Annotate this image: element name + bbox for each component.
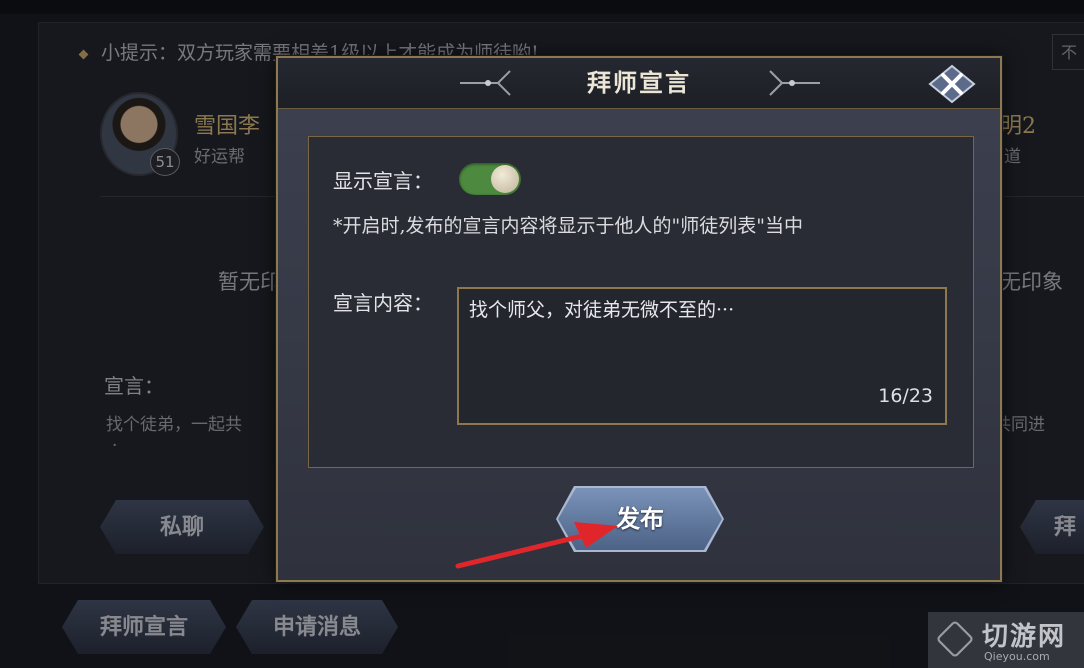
dialog-title: 拜师宣言 <box>587 68 691 97</box>
content-label: 宣言内容： <box>333 291 433 315</box>
ornament-right-icon <box>769 70 820 96</box>
watermark: 切游网 Qieyou.com <box>928 612 1084 668</box>
declaration-textarea-value: 找个师父，对徒弟无微不至的··· <box>469 299 735 321</box>
declaration-dialog: 拜师宣言 显示宣言： *开启时,发布的宣言内容将显示于他人的"师徒列表"当中 宣… <box>276 56 1002 582</box>
show-declaration-toggle[interactable] <box>459 163 521 195</box>
char-counter: 16/23 <box>878 385 933 407</box>
show-declaration-label: 显示宣言： <box>333 169 433 193</box>
watermark-subtitle: Qieyou.com <box>984 650 1050 663</box>
red-arrow-annotation <box>455 522 618 569</box>
watermark-title: 切游网 <box>982 622 1067 652</box>
watermark-logo-icon <box>935 619 975 659</box>
settings-panel: 显示宣言： *开启时,发布的宣言内容将显示于他人的"师徒列表"当中 宣言内容： … <box>308 136 974 468</box>
close-icon[interactable] <box>928 64 976 104</box>
dialog-header: 拜师宣言 <box>278 58 1000 109</box>
visibility-note: *开启时,发布的宣言内容将显示于他人的"师徒列表"当中 <box>333 215 804 237</box>
toggle-knob <box>491 165 519 193</box>
declaration-textarea[interactable]: 找个师父，对徒弟无微不至的··· 16/23 <box>457 287 947 425</box>
